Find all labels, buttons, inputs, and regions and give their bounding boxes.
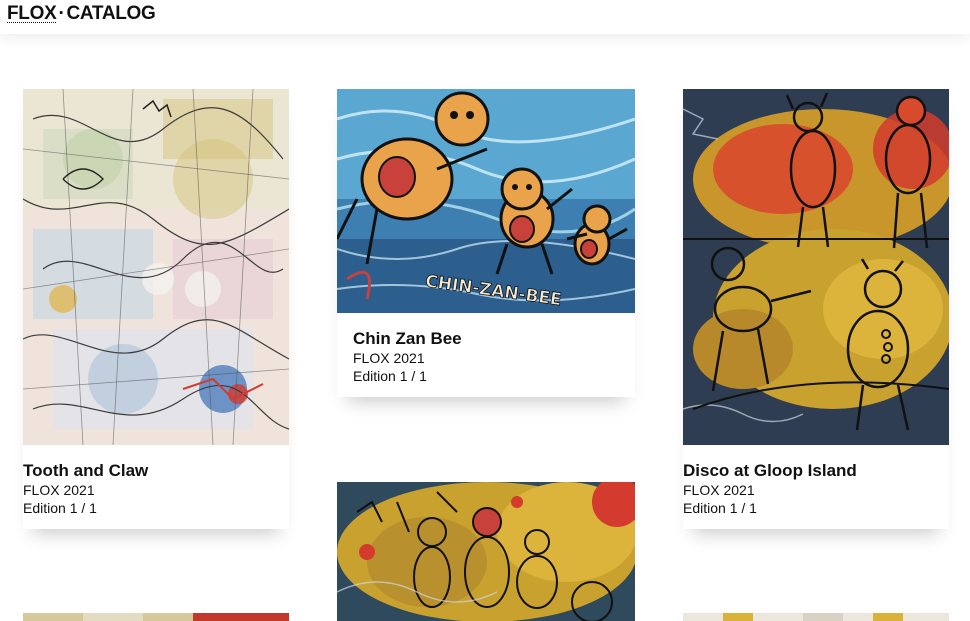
artwork-image[interactable] — [337, 482, 635, 621]
artwork-card-tooth-and-claw[interactable]: Tooth and Claw FLOX 2021 Edition 1 / 1 — [23, 89, 289, 529]
artwork-artist-year: FLOX 2021 — [23, 482, 95, 498]
brand-separator: · — [58, 3, 65, 24]
artwork-title[interactable]: Tooth and Claw — [23, 461, 148, 481]
artwork-edition: Edition 1 / 1 — [23, 500, 97, 516]
artwork-image[interactable] — [683, 613, 949, 621]
brand-name[interactable]: FLOX — [7, 3, 57, 24]
artwork-card[interactable] — [23, 613, 289, 621]
artwork-edition: Edition 1 / 1 — [683, 500, 757, 516]
artwork-artist-year: FLOX 2021 — [683, 482, 755, 498]
top-bar: FLOX · CATALOG — [0, 0, 970, 34]
artwork-image[interactable] — [23, 613, 289, 621]
artwork-card[interactable] — [683, 613, 949, 621]
site-brand[interactable]: FLOX · CATALOG — [7, 3, 156, 25]
artwork-card-disco-at-gloop-island[interactable]: Disco at Gloop Island FLOX 2021 Edition … — [683, 89, 949, 529]
artwork-image[interactable]: CHIN-ZAN-BEE — [337, 89, 635, 313]
artwork-title[interactable]: Chin Zan Bee — [353, 329, 462, 349]
artwork-image[interactable] — [23, 89, 289, 445]
artwork-image[interactable] — [683, 89, 949, 445]
artwork-card[interactable] — [337, 482, 635, 621]
artwork-edition: Edition 1 / 1 — [353, 368, 427, 384]
brand-section[interactable]: CATALOG — [67, 3, 156, 24]
artwork-title[interactable]: Disco at Gloop Island — [683, 461, 857, 481]
artwork-artist-year: FLOX 2021 — [353, 350, 425, 366]
artwork-card-chin-zan-bee[interactable]: CHIN-ZAN-BEE Chin Zan Bee FLOX 2021 Edit… — [337, 89, 635, 397]
